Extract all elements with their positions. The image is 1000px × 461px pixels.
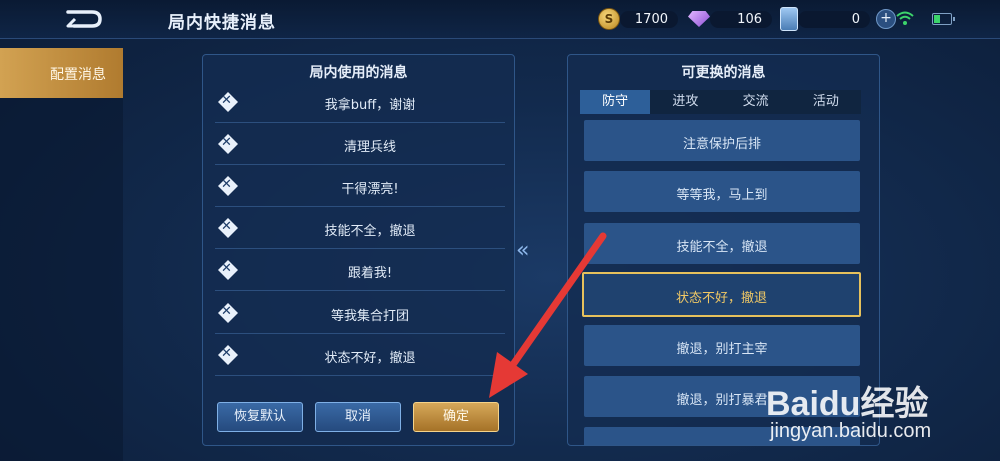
message-option[interactable]: 等等我，马上到: [584, 171, 860, 212]
card-counter: 0 +: [780, 7, 896, 31]
sidebar-item-config-messages[interactable]: 配置消息: [0, 48, 123, 98]
used-message-text: 干得漂亮!: [341, 182, 399, 197]
used-message-row[interactable]: ✕ 干得漂亮!: [215, 166, 505, 207]
sidebar-item-label: 配置消息: [50, 67, 106, 83]
gold-counter: S 1700: [598, 8, 678, 30]
card-amount: 0: [851, 11, 860, 27]
watermark-url: jingyan.baidu.com: [770, 420, 932, 442]
used-message-text: 状态不好，撤退: [324, 351, 416, 366]
message-option[interactable]: 撤退，别打主宰: [584, 325, 860, 366]
used-message-text: 技能不全，撤退: [324, 224, 416, 239]
add-card-button[interactable]: +: [876, 9, 896, 29]
battery-icon: [932, 13, 955, 25]
swap-arrow-icon[interactable]: «: [516, 238, 529, 263]
used-message-text: 跟着我!: [347, 266, 393, 281]
watermark-logo: Baidu经验: [766, 385, 929, 423]
cancel-button[interactable]: 取消: [315, 402, 401, 432]
used-message-row[interactable]: ✕ 清理兵线: [215, 124, 505, 165]
reset-default-button[interactable]: 恢复默认: [217, 402, 303, 432]
used-messages-title: 局内使用的消息: [309, 65, 408, 81]
used-message-row[interactable]: ✕ 跟着我!: [215, 250, 505, 291]
message-option[interactable]: 技能不全，撤退: [584, 223, 860, 264]
used-message-row[interactable]: ✕ 我拿buff，谢谢: [215, 82, 505, 123]
category-tabs: 防守 进攻 交流 活动: [580, 90, 861, 114]
used-message-text: 清理兵线: [343, 140, 396, 155]
gold-amount: 1700: [634, 11, 668, 27]
wifi-icon: [896, 11, 914, 25]
used-messages-panel: 局内使用的消息 ✕ 我拿buff，谢谢 ✕ 清理兵线 ✕ 干得漂亮! ✕ 技能不…: [202, 54, 515, 446]
used-message-row[interactable]: ✕ 状态不好，撤退: [215, 335, 505, 376]
tab-communication[interactable]: 交流: [721, 90, 791, 114]
replaceable-messages-title: 可更换的消息: [681, 65, 766, 81]
used-message-text: 等我集合打团: [330, 309, 409, 324]
card-icon: [780, 7, 798, 31]
gem-amount: 106: [737, 11, 762, 27]
tab-defense[interactable]: 防守: [580, 90, 651, 114]
page-title: 局内快捷消息: [168, 13, 276, 33]
used-message-row[interactable]: ✕ 技能不全，撤退: [215, 208, 505, 249]
confirm-button[interactable]: 确定: [413, 402, 499, 432]
used-message-text: 我拿buff，谢谢: [324, 98, 416, 113]
back-arrow-icon[interactable]: [62, 8, 106, 30]
message-option[interactable]: 注意保护后排: [584, 120, 860, 161]
tab-attack[interactable]: 进攻: [650, 90, 720, 114]
sidebar: [0, 98, 123, 461]
gold-coin-icon: S: [598, 8, 620, 30]
tab-activity[interactable]: 活动: [791, 90, 861, 114]
message-option-selected[interactable]: 状态不好，撤退: [582, 272, 861, 317]
top-bar: 局内快捷消息 S 1700 106 0 +: [0, 0, 1000, 39]
gem-counter: 106: [688, 8, 772, 30]
used-message-row[interactable]: ✕ 等我集合打团: [215, 293, 505, 334]
diamond-icon: [688, 11, 710, 27]
